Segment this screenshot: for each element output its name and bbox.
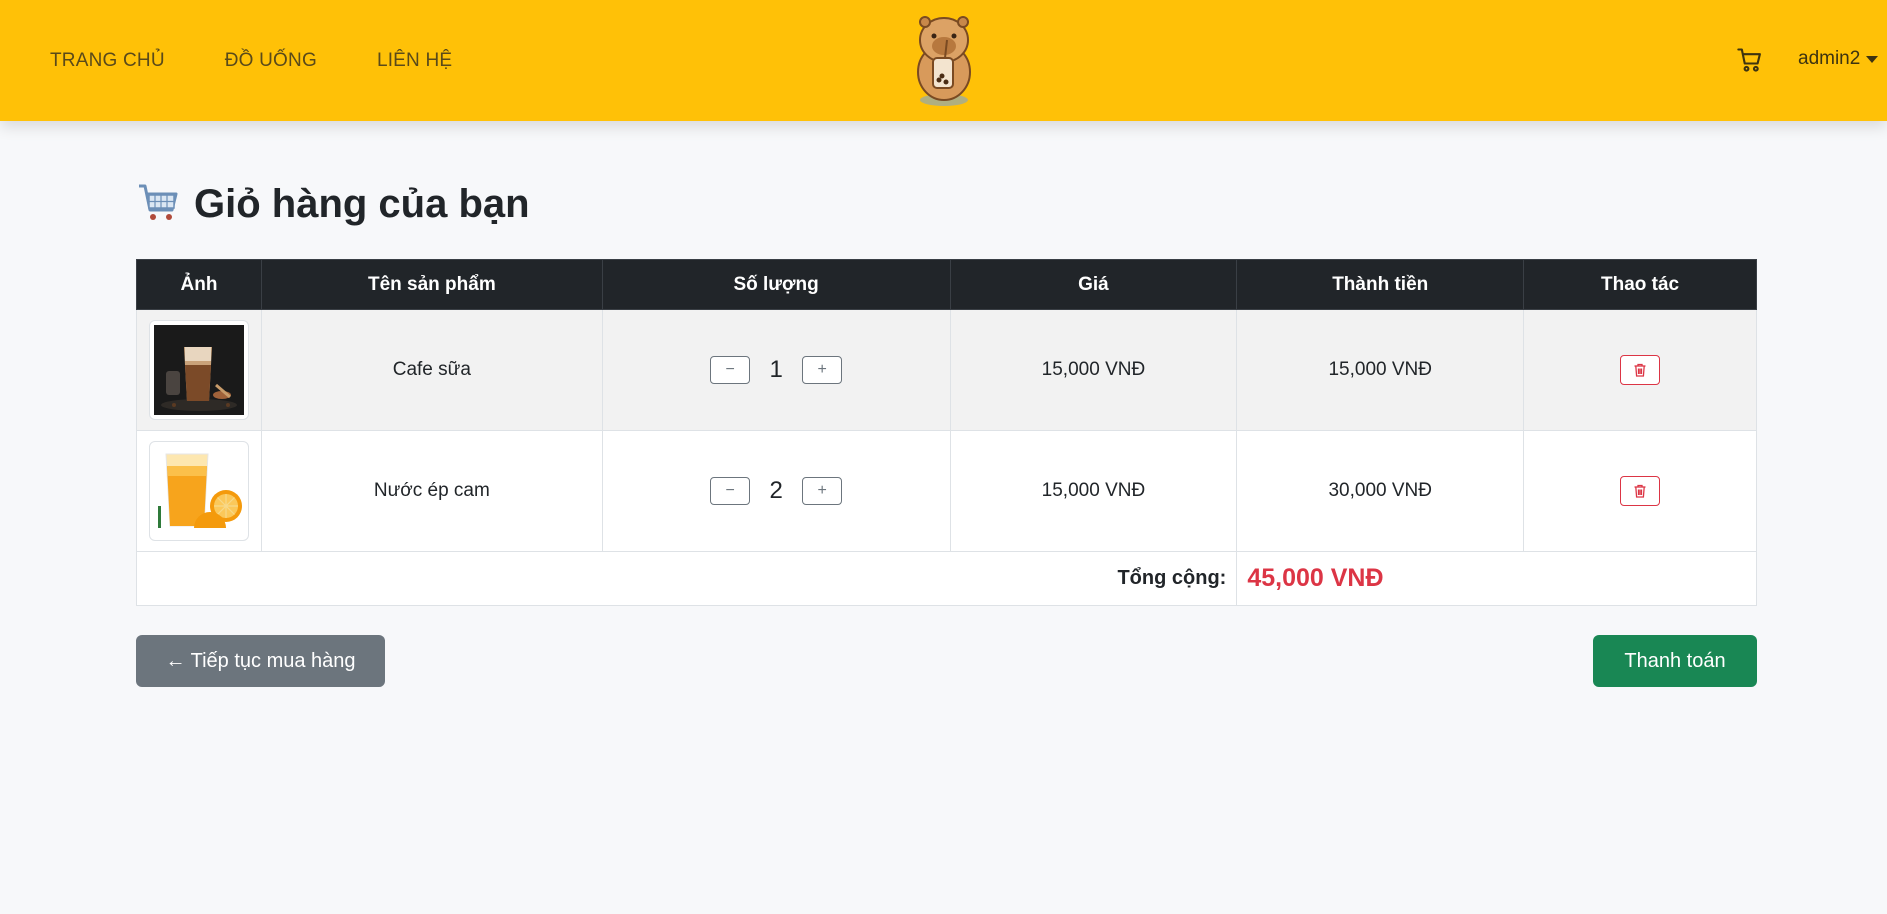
- delete-button[interactable]: [1620, 476, 1661, 506]
- cart-table: Ảnh Tên sản phẩm Số lượng Giá Thành tiền…: [135, 259, 1757, 606]
- header-product-name: Tên sản phẩm: [260, 259, 603, 310]
- increase-quantity-button[interactable]: +: [802, 477, 843, 505]
- quantity-value: 2: [769, 477, 783, 504]
- quantity-stepper: − 1 +: [603, 356, 950, 384]
- header-quantity: Số lượng: [601, 259, 951, 310]
- checkout-button[interactable]: Thanh toán: [1593, 635, 1757, 687]
- shopping-cart-icon: [136, 180, 180, 229]
- chevron-down-icon: [1866, 55, 1879, 63]
- total-row: Tổng cộng: 45,000 VNĐ: [135, 551, 1757, 606]
- product-subtotal: 30,000 VNĐ: [1236, 430, 1525, 552]
- top-navbar: TRANG CHỦ ĐỒ UỐNG LIÊN HỆ admin2: [0, 0, 1887, 121]
- product-image-nuoc-ep-cam: [148, 441, 249, 541]
- page-heading: Giỏ hàng của bạn: [194, 182, 530, 226]
- header-subtotal: Thành tiền: [1236, 259, 1525, 310]
- product-image-cafe-sua: [148, 320, 249, 420]
- page-title: Giỏ hàng của bạn: [136, 180, 530, 229]
- product-subtotal: 15,000 VNĐ: [1236, 309, 1525, 431]
- quantity-value: 1: [769, 356, 783, 383]
- continue-shopping-button[interactable]: ← Tiếp tục mua hàng: [136, 635, 385, 687]
- product-name: Cafe sữa: [260, 309, 603, 431]
- increase-quantity-button[interactable]: +: [802, 356, 843, 384]
- nav-link-home[interactable]: TRANG CHỦ: [50, 50, 165, 72]
- decrease-quantity-button[interactable]: −: [710, 477, 751, 505]
- header-price: Giá: [949, 259, 1238, 310]
- cart-icon[interactable]: [1736, 46, 1764, 74]
- decrease-quantity-button[interactable]: −: [710, 356, 751, 384]
- table-header-row: Ảnh Tên sản phẩm Số lượng Giá Thành tiền…: [136, 259, 1757, 310]
- product-name: Nước ép cam: [260, 430, 603, 552]
- nav-link-drinks[interactable]: ĐỒ UỐNG: [225, 50, 317, 72]
- product-price: 15,000 VNĐ: [949, 309, 1238, 431]
- header-actions: Thao tác: [1523, 259, 1757, 310]
- trash-icon: [1634, 484, 1646, 498]
- header-image: Ảnh: [136, 259, 262, 310]
- user-name: admin2: [1798, 48, 1861, 69]
- nav-link-contact[interactable]: LIÊN HỆ: [377, 50, 452, 72]
- trash-icon: [1634, 363, 1646, 377]
- nav-links: TRANG CHỦ ĐỒ UỐNG LIÊN HỆ: [50, 0, 452, 121]
- user-dropdown[interactable]: admin2: [1798, 48, 1879, 70]
- total-value: 45,000 VNĐ: [1236, 551, 1757, 606]
- total-label: Tổng cộng:: [135, 551, 1238, 606]
- product-price: 15,000 VNĐ: [949, 430, 1238, 552]
- capybara-logo-icon[interactable]: [909, 10, 979, 108]
- table-row: Cafe sữa − 1 + 15,000 VNĐ 15,000 VNĐ: [136, 309, 1757, 431]
- quantity-stepper: − 2 +: [603, 477, 950, 505]
- table-row: Nước ép cam − 2 + 15,000 VNĐ 30,000 VNĐ: [136, 430, 1757, 552]
- delete-button[interactable]: [1620, 355, 1661, 385]
